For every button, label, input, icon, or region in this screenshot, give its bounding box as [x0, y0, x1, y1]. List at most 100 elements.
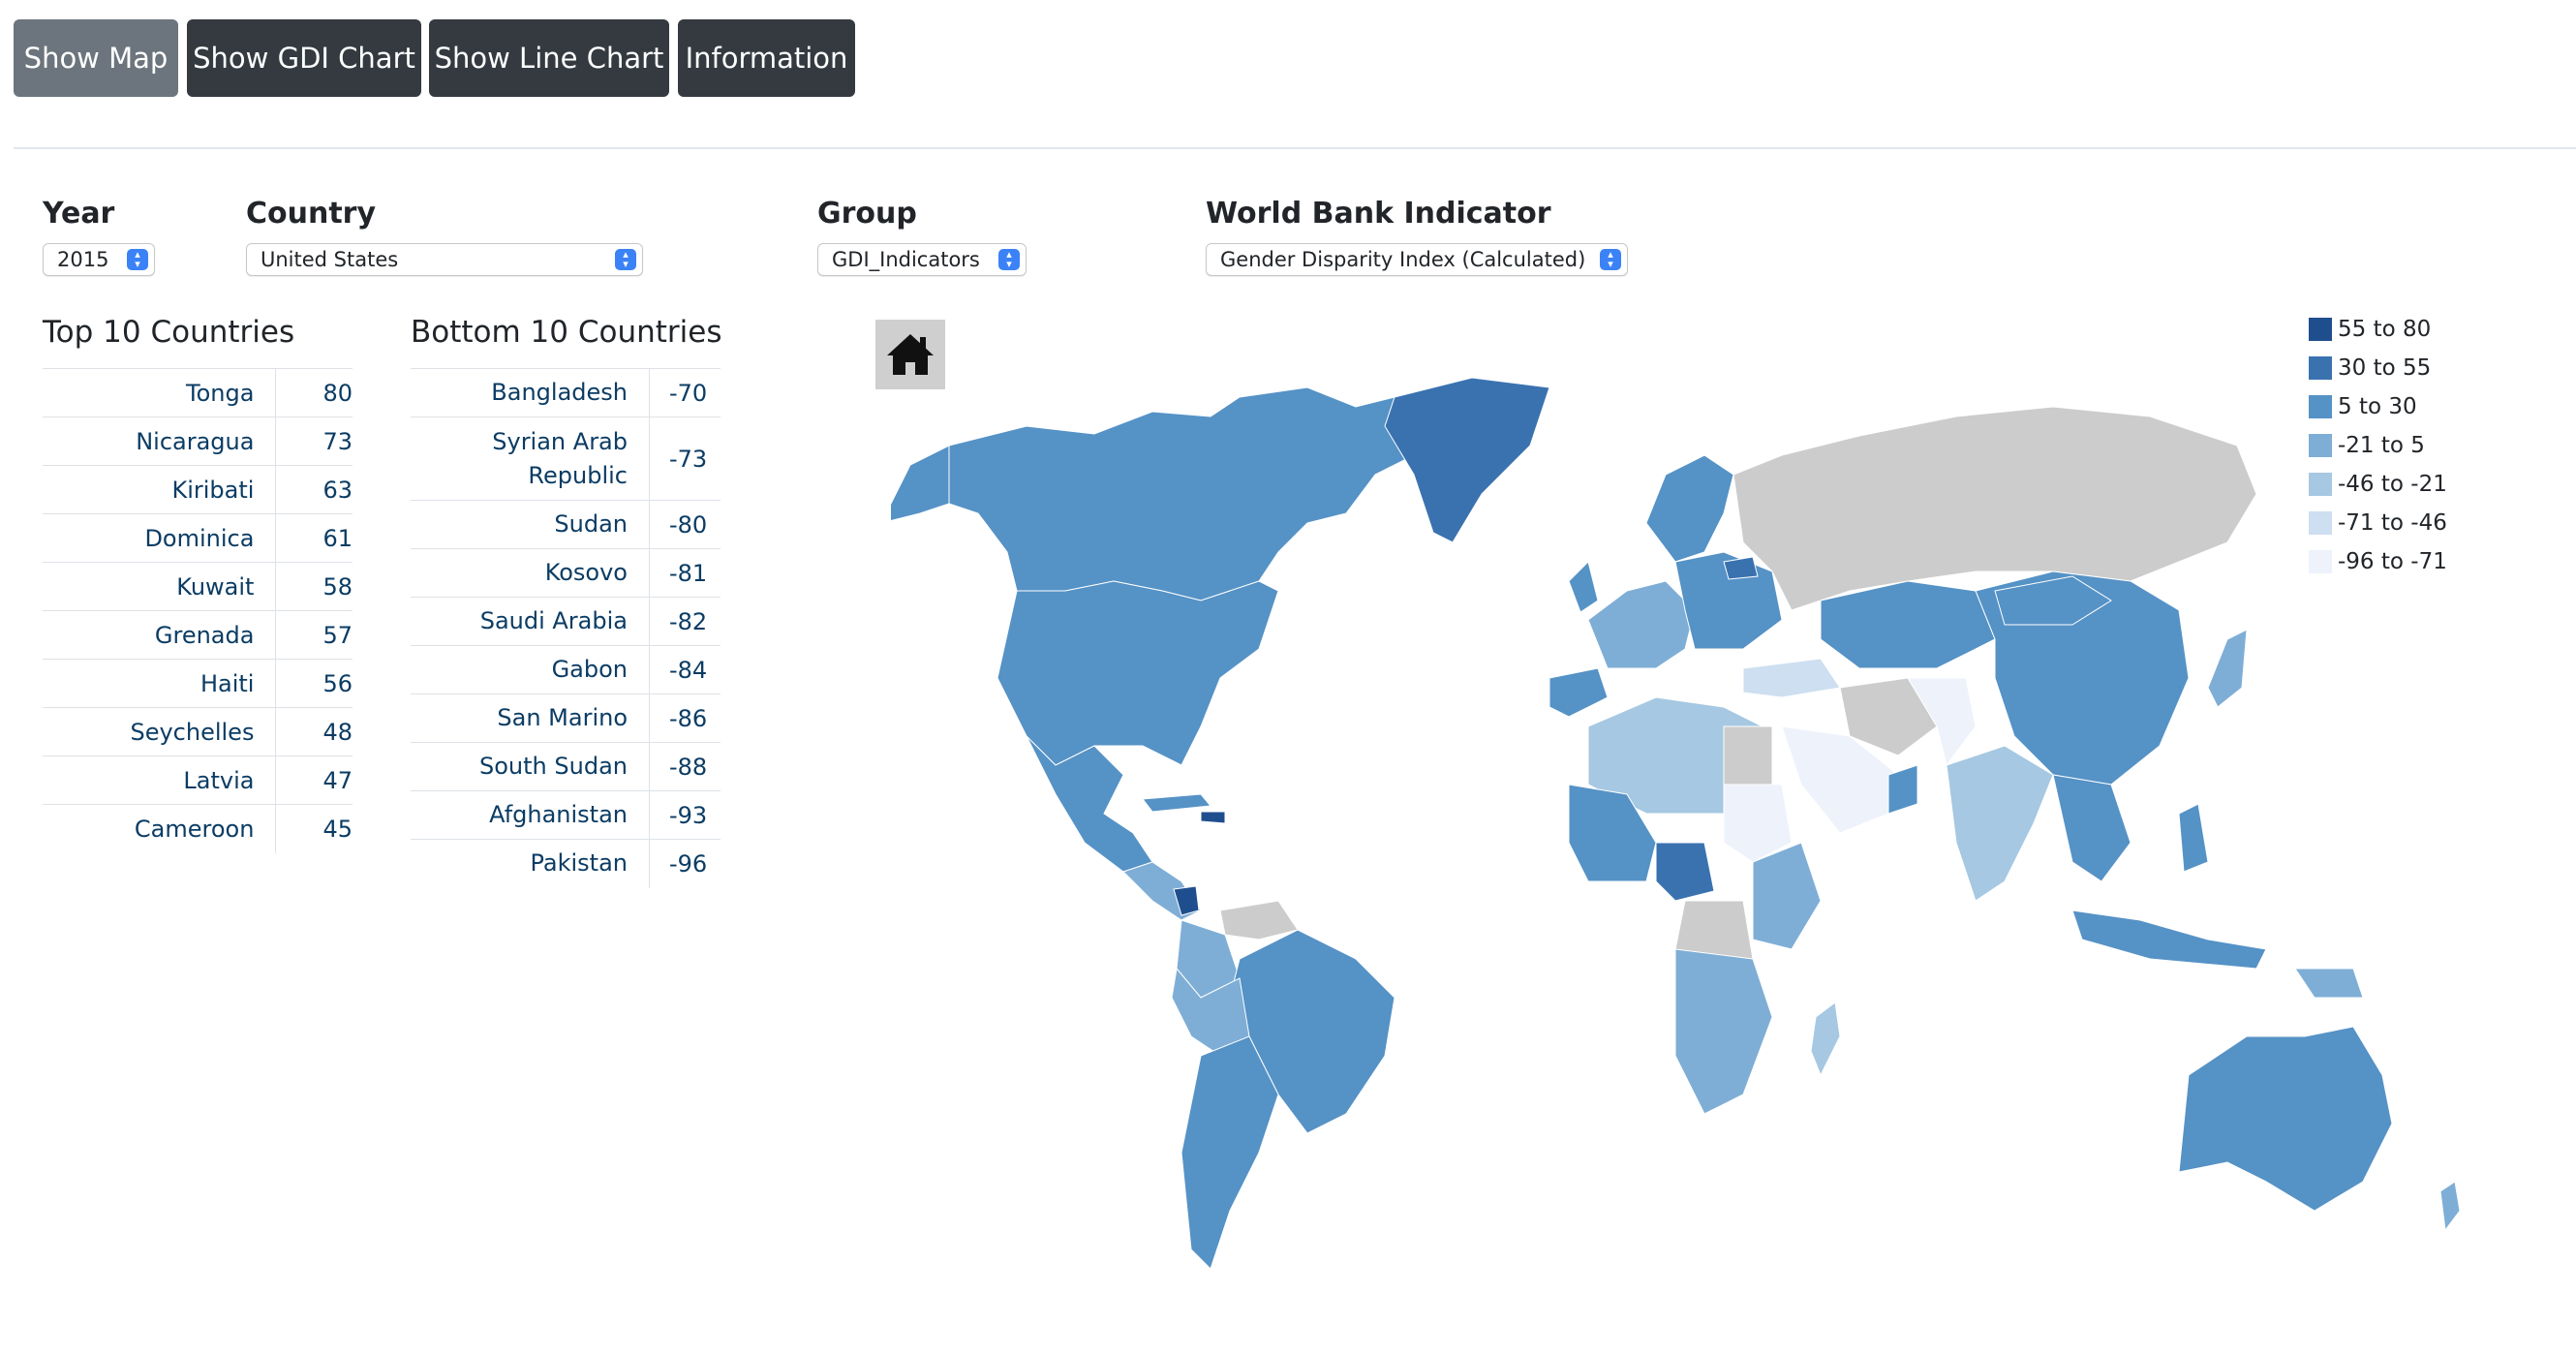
country-shape-scandinavia[interactable] [1645, 454, 1734, 563]
table-row: South Sudan -88 [411, 742, 721, 791]
country-shape-nigeria-cameroon[interactable] [1655, 842, 1715, 902]
show-gdi-chart-button[interactable]: Show GDI Chart [187, 19, 421, 97]
country-shape-venezuela[interactable] [1219, 900, 1299, 940]
country-shape-australia[interactable] [2178, 1026, 2393, 1212]
show-line-chart-button[interactable]: Show Line Chart [429, 19, 669, 97]
indicator-select[interactable]: Gender Disparity Index (Calculated) ▴ ▾ [1206, 243, 1628, 276]
gdi-value-cell: -84 [649, 645, 721, 694]
gdi-value-cell: -73 [649, 416, 721, 501]
table-row: Pakistan -96 [411, 839, 721, 888]
chevron-updown-icon: ▴ ▾ [1600, 249, 1621, 270]
legend-label: 5 to 30 [2338, 394, 2417, 419]
country-shape-east-africa[interactable] [1752, 842, 1822, 950]
country-shape-cuba[interactable] [1142, 793, 1211, 813]
gdi-value-cell: -70 [649, 368, 721, 417]
country-shape-mexico[interactable] [1026, 735, 1153, 873]
legend-item: 5 to 30 [2309, 387, 2447, 426]
country-shape-united-states[interactable] [997, 580, 1279, 766]
country-label: Country [246, 197, 377, 231]
legend-label: 30 to 55 [2338, 355, 2432, 381]
bottom-10-table: Bangladesh -70 Syrian Arab Republic -73 Suda… [411, 368, 721, 888]
table-row: Dominica 61 [43, 513, 353, 563]
country-shape-new-zealand[interactable] [2439, 1181, 2461, 1232]
top-10-table: Tonga 80 Nicaragua 73 Kiribati 63 Dominica 61 Ku… [43, 368, 353, 853]
legend-item: -21 to 5 [2309, 426, 2447, 465]
country-shape-kazakhstan[interactable] [1820, 580, 1996, 669]
gdi-value-cell: 80 [275, 368, 353, 417]
gdi-value-cell: 47 [275, 755, 353, 805]
legend-item: 55 to 80 [2309, 310, 2447, 349]
country-shape-philippines[interactable] [2178, 803, 2209, 873]
country-shape-western-europe[interactable] [1587, 580, 1696, 669]
country-shape-argentina-chile[interactable] [1181, 1035, 1279, 1270]
gdi-value-cell: 57 [275, 610, 353, 660]
information-button[interactable]: Information [678, 19, 855, 97]
indicator-select-value: Gender Disparity Index (Calculated) [1220, 248, 1586, 271]
gdi-value-cell: -81 [649, 548, 721, 598]
country-name-cell: Kuwait [43, 562, 277, 611]
year-select-value: 2015 [57, 248, 109, 271]
country-name-cell: Tonga [43, 368, 277, 417]
country-select-value: United States [261, 248, 399, 271]
country-shape-madagascar[interactable] [1810, 1002, 1841, 1077]
country-shape-turkey[interactable] [1742, 658, 1841, 698]
country-name-cell: Kosovo [411, 548, 650, 598]
country-shape-indonesia[interactable] [2071, 909, 2267, 970]
country-shape-alaska[interactable] [891, 445, 950, 523]
legend-swatch [2309, 473, 2332, 496]
table-row: Tonga 80 [43, 368, 353, 417]
gdi-value-cell: 58 [275, 562, 353, 611]
table-row: Haiti 56 [43, 659, 353, 708]
country-shape-russia[interactable] [1733, 406, 2257, 611]
table-row: Kiribati 63 [43, 465, 353, 514]
legend-item: 30 to 55 [2309, 349, 2447, 387]
country-name-cell: Afghanistan [411, 790, 650, 840]
gdi-value-cell: 56 [275, 659, 353, 708]
gdi-value-cell: 45 [275, 804, 353, 853]
group-select-value: GDI_Indicators [832, 248, 980, 271]
gdi-value-cell: 63 [275, 465, 353, 514]
country-shape-egypt[interactable] [1723, 725, 1773, 786]
country-name-cell: Haiti [43, 659, 277, 708]
country-select[interactable]: United States ▴ ▾ [246, 243, 643, 276]
gdi-value-cell: 73 [275, 416, 353, 466]
show-map-button[interactable]: Show Map [14, 19, 178, 97]
country-shape-greenland[interactable] [1384, 377, 1550, 543]
country-shape-canada[interactable] [948, 386, 1434, 601]
group-select[interactable]: GDI_Indicators ▴ ▾ [817, 243, 1027, 276]
top-10-title: Top 10 Countries [43, 315, 295, 350]
gdi-value-cell: -82 [649, 597, 721, 646]
country-shape-iberia[interactable] [1549, 667, 1609, 718]
country-shape-uk[interactable] [1568, 561, 1599, 613]
country-name-cell: Grenada [43, 610, 277, 660]
legend-swatch [2309, 318, 2332, 341]
legend-item: -46 to -21 [2309, 465, 2447, 504]
year-label: Year [43, 197, 115, 231]
country-shape-haiti[interactable] [1200, 811, 1226, 824]
year-select[interactable]: 2015 ▴ ▾ [43, 243, 155, 276]
country-shape-southeast-asia[interactable] [2052, 774, 2131, 882]
table-row: Gabon -84 [411, 645, 721, 694]
legend-item: -96 to -71 [2309, 542, 2447, 581]
chevron-updown-icon: ▴ ▾ [998, 249, 1020, 270]
table-row: Kosovo -81 [411, 548, 721, 598]
country-name-cell: Nicaragua [43, 416, 277, 466]
legend-swatch [2309, 550, 2332, 573]
country-name-cell: Dominica [43, 513, 277, 563]
gdi-value-cell: -88 [649, 742, 721, 791]
country-shape-papua-new-guinea[interactable] [2294, 968, 2364, 999]
country-shape-india[interactable] [1946, 745, 2054, 902]
country-shape-southern-africa[interactable] [1674, 948, 1773, 1115]
country-shape-japan[interactable] [2207, 629, 2248, 708]
map-legend: 55 to 80 30 to 55 5 to 30 -21 to 5 -46 to -2… [2309, 310, 2447, 581]
country-name-cell: South Sudan [411, 742, 650, 791]
table-row: Afghanistan -93 [411, 790, 721, 840]
legend-swatch [2309, 356, 2332, 380]
legend-label: 55 to 80 [2338, 317, 2432, 342]
chevron-updown-icon: ▴ ▾ [127, 249, 148, 270]
gdi-value-cell: -80 [649, 500, 721, 549]
gdi-value-cell: 48 [275, 707, 353, 756]
country-name-cell: Bangladesh [411, 368, 650, 417]
table-row: Nicaragua 73 [43, 416, 353, 466]
legend-label: -96 to -71 [2338, 549, 2447, 574]
